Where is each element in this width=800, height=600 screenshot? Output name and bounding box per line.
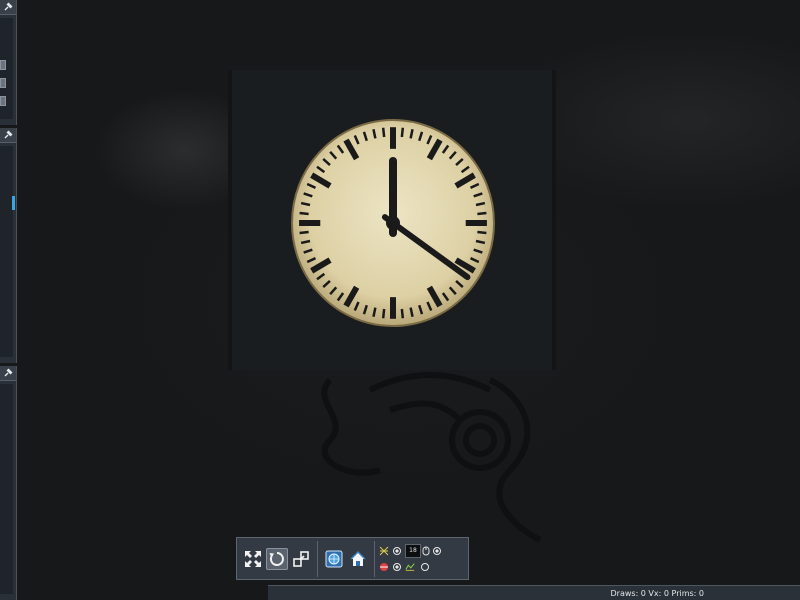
panel-2-selection-indicator xyxy=(12,196,15,210)
home-icon xyxy=(350,550,366,566)
status-bar: Draws: 0 Vx: 0 Prims: 0 xyxy=(268,585,800,600)
stats-radio[interactable] xyxy=(421,562,429,571)
lights-radio[interactable] xyxy=(393,562,401,571)
panel-1-button-b[interactable] xyxy=(0,78,6,88)
3d-viewport[interactable] xyxy=(0,0,800,600)
maximize-view-button[interactable] xyxy=(242,548,264,570)
left-dock-panel-1 xyxy=(0,0,17,125)
scene-controls-group xyxy=(318,538,374,579)
stats-toggle-icon[interactable] xyxy=(405,562,415,572)
pin-icon[interactable] xyxy=(3,2,13,12)
minute-tick xyxy=(477,211,487,216)
restore-window-button[interactable] xyxy=(290,548,312,570)
pin-icon[interactable] xyxy=(3,130,13,140)
rotate-icon xyxy=(269,551,284,566)
panel-3-body xyxy=(0,384,13,594)
restore-icon xyxy=(293,550,309,567)
clock-face xyxy=(291,119,495,327)
render-settings-button[interactable] xyxy=(323,548,345,570)
minute-tick xyxy=(400,308,405,319)
viewport-toolbar: 18 xyxy=(236,537,469,580)
left-dock-panel-3 xyxy=(0,366,17,600)
minute-tick xyxy=(477,230,487,235)
panel-1-button-c[interactable] xyxy=(0,96,6,106)
lights-toggle-icon[interactable] xyxy=(379,562,389,572)
mouse-mode-radio[interactable] xyxy=(433,546,441,555)
mouse-icon[interactable] xyxy=(421,546,431,556)
iron-bracket-silhouette xyxy=(321,372,542,543)
minute-tick xyxy=(400,127,405,138)
panel-1-button-a[interactable] xyxy=(0,60,6,70)
left-dock-panel-2 xyxy=(0,128,17,363)
minute-tick xyxy=(299,230,309,235)
panel-1-body xyxy=(0,18,13,119)
view-controls-group xyxy=(237,538,317,579)
reset-rotate-button[interactable] xyxy=(266,547,288,570)
panel-3-header[interactable] xyxy=(0,366,16,381)
pin-icon[interactable] xyxy=(3,368,13,378)
panel-2-body xyxy=(0,146,15,357)
render-stats-text: Draws: 0 Vx: 0 Prims: 0 xyxy=(610,588,705,598)
minute-tick xyxy=(299,211,309,216)
expand-arrows-icon xyxy=(245,550,261,567)
wireframe-radio[interactable] xyxy=(393,546,401,555)
wireframe-toggle-icon[interactable] xyxy=(379,546,389,556)
display-options-group: 18 xyxy=(375,538,463,579)
minute-tick xyxy=(381,308,386,319)
panel-1-header[interactable] xyxy=(0,0,16,15)
globe-icon xyxy=(325,550,343,567)
clock-hub xyxy=(386,216,400,230)
minute-tick xyxy=(381,127,386,138)
panel-2-header[interactable] xyxy=(0,128,16,143)
lod-value-field[interactable]: 18 xyxy=(405,543,421,558)
home-view-button[interactable] xyxy=(347,548,369,570)
